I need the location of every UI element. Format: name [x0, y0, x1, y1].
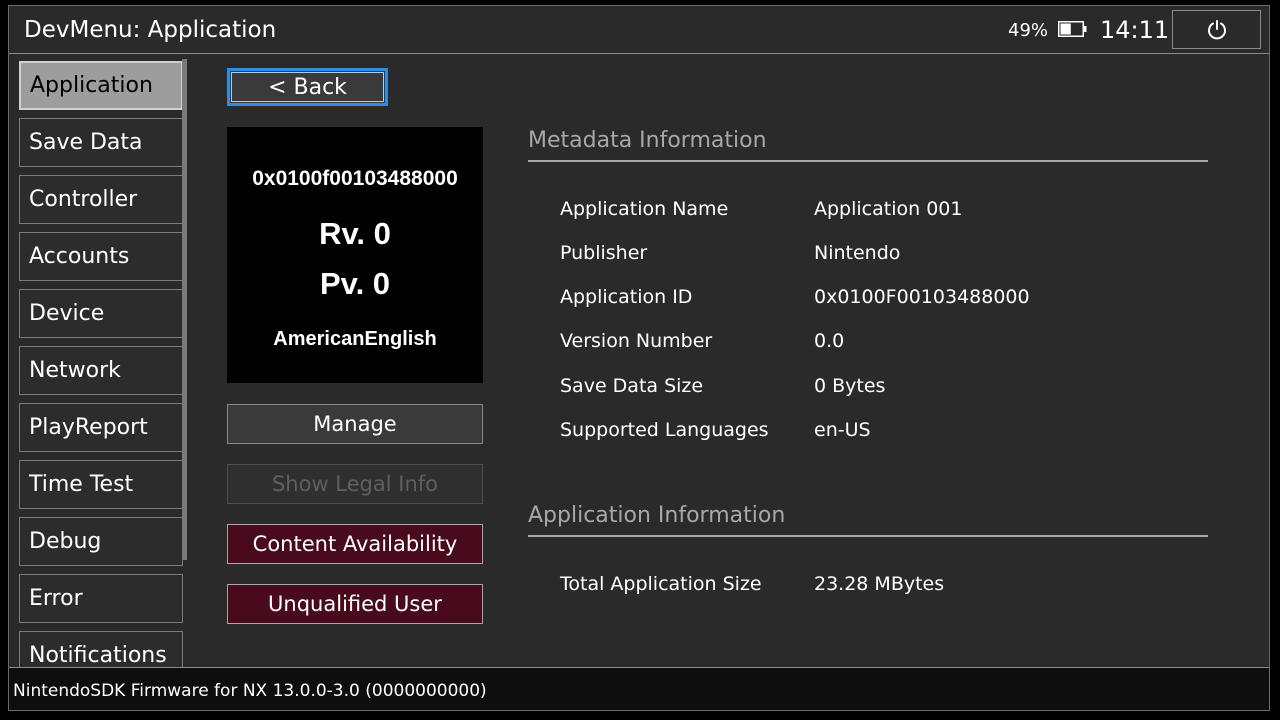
sidebar-item-controller[interactable]: Controller: [19, 175, 183, 224]
metadata-divider: [528, 160, 1208, 162]
thumbnail-patch-version: Pv. 0: [319, 266, 391, 301]
power-icon: [1207, 19, 1226, 39]
manage-button[interactable]: Manage: [227, 404, 483, 444]
thumbnail-app-id: 0x0100f00103488000: [252, 167, 458, 190]
sidebar-item-label: Error: [29, 586, 83, 611]
info-label-application-id: Application ID: [560, 286, 693, 308]
firmware-version-text: NintendoSDK Firmware for NX 13.0.0-3.0 (…: [13, 681, 487, 701]
info-value-application-id: 0x0100F00103488000: [814, 286, 1030, 308]
battery-percent: 49%: [1008, 20, 1049, 41]
thumbnail-language: AmericanEnglish: [273, 328, 437, 350]
application-thumbnail: 0x0100f00103488000 Rv. 0 Pv. 0 AmericanE…: [227, 127, 483, 383]
sidebar-item-label: Controller: [29, 187, 138, 212]
sidebar-item-playreport[interactable]: PlayReport: [19, 403, 183, 452]
unqualified-user-button[interactable]: Unqualified User: [227, 584, 483, 624]
info-value-supported-languages: en-US: [814, 419, 871, 441]
content-availability-button[interactable]: Content Availability: [227, 524, 483, 564]
header-bar: DevMenu: Application 49% 14:11: [9, 6, 1269, 54]
info-value-publisher: Nintendo: [814, 242, 901, 264]
thumbnail-revision: Rv. 0: [319, 216, 391, 251]
back-button[interactable]: < Back: [227, 68, 388, 106]
info-label-application-name: Application Name: [560, 198, 729, 220]
sidebar-item-label: Debug: [29, 529, 102, 554]
info-label-total-application-size: Total Application Size: [560, 573, 762, 595]
info-value-version-number: 0.0: [814, 330, 845, 352]
info-label-publisher: Publisher: [560, 242, 648, 264]
metadata-section-title: Metadata Information: [528, 128, 767, 153]
sidebar-item-label: Device: [29, 301, 105, 326]
sidebar-item-notifications[interactable]: Notifications: [19, 631, 183, 668]
sidebar-item-device[interactable]: Device: [19, 289, 183, 338]
sidebar-item-time-test[interactable]: Time Test: [19, 460, 183, 509]
info-label-version-number: Version Number: [560, 330, 713, 352]
sidebar-item-label: Save Data: [29, 130, 143, 155]
sidebar-item-network[interactable]: Network: [19, 346, 183, 395]
clock: 14:11: [1100, 16, 1170, 44]
sidebar-item-debug[interactable]: Debug: [19, 517, 183, 566]
sidebar: Application Save Data Controller Account…: [17, 59, 183, 668]
info-value-application-name: Application 001: [814, 198, 963, 220]
app-title: DevMenu: Application: [24, 17, 277, 43]
info-value-save-data-size: 0 Bytes: [814, 375, 886, 397]
power-button[interactable]: [1172, 10, 1261, 49]
sidebar-item-label: Application: [30, 73, 153, 98]
battery-icon: [1058, 21, 1087, 37]
footer-bar: NintendoSDK Firmware for NX 13.0.0-3.0 (…: [9, 667, 1269, 710]
sidebar-item-label: Notifications: [29, 643, 167, 668]
sidebar-item-accounts[interactable]: Accounts: [19, 232, 183, 281]
sidebar-scrollbar[interactable]: [182, 59, 187, 560]
sidebar-item-label: Time Test: [29, 472, 134, 497]
sidebar-item-label: Accounts: [29, 244, 130, 269]
devmenu-window: DevMenu: Application 49% 14:11 Applicati…: [8, 5, 1270, 711]
info-label-supported-languages: Supported Languages: [560, 419, 769, 441]
app-info-section-title: Application Information: [528, 503, 786, 528]
sidebar-item-error[interactable]: Error: [19, 574, 183, 623]
app-info-divider: [528, 535, 1208, 537]
info-value-total-application-size: 23.28 MBytes: [814, 573, 945, 595]
sidebar-item-label: PlayReport: [29, 415, 148, 440]
sidebar-item-label: Network: [29, 358, 121, 383]
info-label-save-data-size: Save Data Size: [560, 375, 704, 397]
show-legal-info-button: Show Legal Info: [227, 464, 483, 504]
sidebar-item-application[interactable]: Application: [19, 61, 183, 110]
sidebar-item-save-data[interactable]: Save Data: [19, 118, 183, 167]
